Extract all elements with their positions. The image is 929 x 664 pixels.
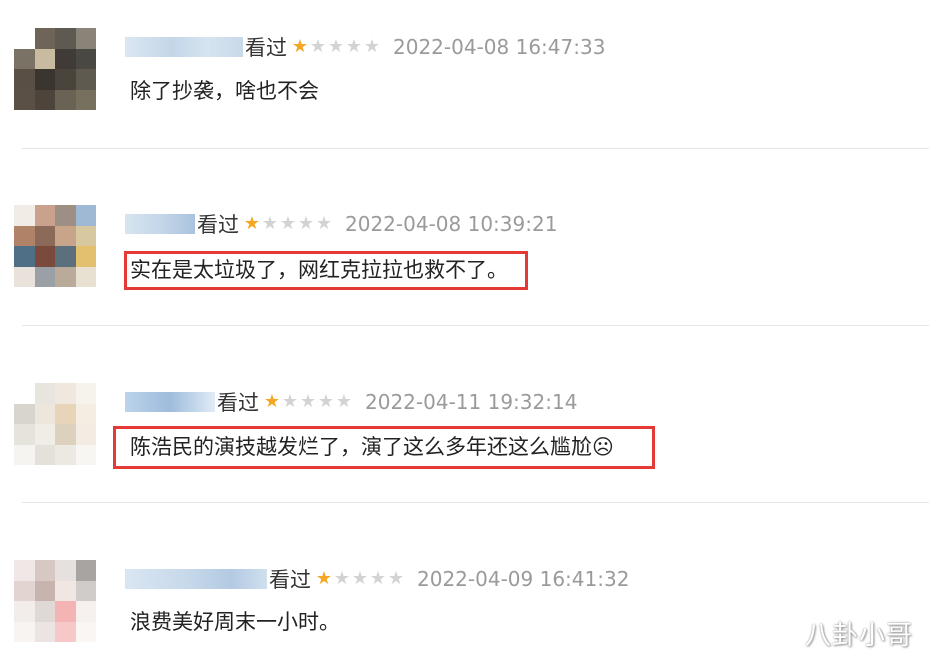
watched-label: 看过 — [269, 568, 311, 592]
watched-label: 看过 — [217, 391, 259, 415]
star-empty-icon: ★ — [369, 568, 387, 589]
username-blurred[interactable] — [125, 392, 215, 412]
comment-text: 实在是太垃圾了，网红克拉拉也救不了。 — [130, 258, 508, 282]
star-empty-icon: ★ — [387, 568, 405, 589]
star-empty-icon: ★ — [309, 36, 327, 57]
comment-text: 浪费美好周末一小时。 — [130, 610, 340, 634]
star-empty-icon: ★ — [333, 568, 351, 589]
comment-divider — [22, 325, 929, 326]
star-empty-icon: ★ — [327, 36, 345, 57]
watermark-text: 八卦小哥 — [804, 621, 913, 651]
comment-timestamp: 2022-04-09 16:41:32 — [417, 567, 630, 591]
comment-timestamp: 2022-04-11 19:32:14 — [365, 390, 578, 414]
comment-meta: 看过 ★ ★ ★ ★ ★ 2022-04-09 16:41:32 — [125, 564, 629, 594]
watched-label: 看过 — [245, 36, 287, 60]
star-filled-icon: ★ — [315, 568, 333, 589]
comment-text: 陈浩民的演技越发烂了，演了这么多年还这么尴尬☹ — [130, 435, 614, 459]
star-empty-icon: ★ — [363, 36, 381, 57]
star-filled-icon: ★ — [263, 391, 281, 412]
star-empty-icon: ★ — [281, 391, 299, 412]
rating-stars: ★ ★ ★ ★ ★ — [291, 38, 381, 56]
star-empty-icon: ★ — [345, 36, 363, 57]
comment-meta: 看过 ★ ★ ★ ★ ★ 2022-04-08 16:47:33 — [125, 32, 605, 62]
star-filled-icon: ★ — [291, 36, 309, 57]
star-filled-icon: ★ — [243, 213, 261, 234]
star-empty-icon: ★ — [335, 391, 353, 412]
star-empty-icon: ★ — [261, 213, 279, 234]
comment-divider — [22, 148, 929, 149]
star-empty-icon: ★ — [297, 213, 315, 234]
star-empty-icon: ★ — [279, 213, 297, 234]
star-empty-icon: ★ — [299, 391, 317, 412]
star-empty-icon: ★ — [317, 391, 335, 412]
rating-stars: ★ ★ ★ ★ ★ — [315, 570, 405, 588]
comment-meta: 看过 ★ ★ ★ ★ ★ 2022-04-08 10:39:21 — [125, 209, 557, 239]
user-avatar[interactable] — [14, 560, 96, 642]
comment-meta: 看过 ★ ★ ★ ★ ★ 2022-04-11 19:32:14 — [125, 387, 577, 417]
user-avatar[interactable] — [14, 383, 96, 465]
comment-divider — [22, 502, 929, 503]
watched-label: 看过 — [197, 213, 239, 237]
comment-text: 除了抄袭，啥也不会 — [130, 79, 319, 103]
rating-stars: ★ ★ ★ ★ ★ — [263, 393, 353, 411]
username-blurred[interactable] — [125, 37, 243, 57]
username-blurred[interactable] — [125, 569, 267, 589]
comment-timestamp: 2022-04-08 16:47:33 — [393, 35, 606, 59]
user-avatar[interactable] — [14, 28, 96, 110]
comment-timestamp: 2022-04-08 10:39:21 — [345, 212, 558, 236]
star-empty-icon: ★ — [315, 213, 333, 234]
rating-stars: ★ ★ ★ ★ ★ — [243, 215, 333, 233]
user-avatar[interactable] — [14, 205, 96, 287]
star-empty-icon: ★ — [351, 568, 369, 589]
username-blurred[interactable] — [125, 214, 195, 234]
